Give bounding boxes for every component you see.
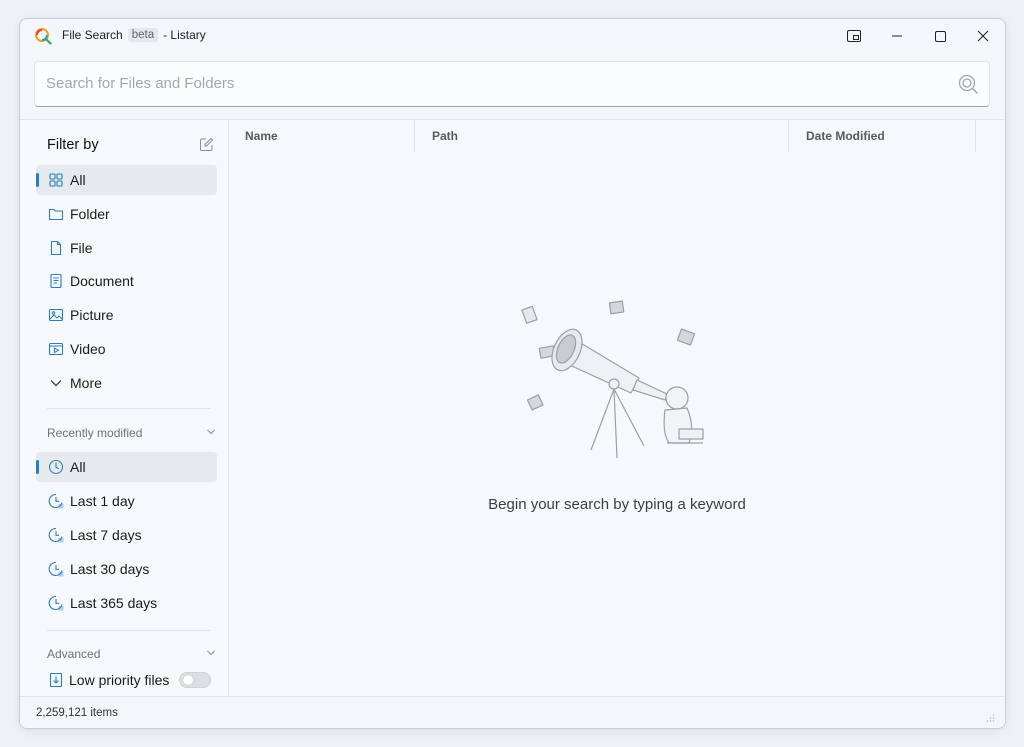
telescope-illustration [521,300,704,459]
recent-last-30-days[interactable]: Last 30 days [36,554,217,584]
clock-icon [48,493,64,509]
filter-label: Video [70,341,106,357]
filter-file[interactable]: File [36,233,217,263]
filter-sidebar: Filter by All Folder File Document Pictu… [20,120,229,696]
restore-icon [847,30,861,42]
download-file-icon [49,672,63,688]
sidebar-divider [47,630,210,631]
filter-video[interactable]: Video [36,334,217,364]
recent-label: Last 365 days [70,595,158,611]
chevron-down-icon[interactable] [206,648,216,658]
content-area: Filter by All Folder File Document Pictu… [20,119,1005,696]
recent-label: All [70,459,86,475]
beta-badge: beta [127,28,159,42]
clock-icon [48,561,64,577]
picture-icon [48,308,64,322]
chevron-down-icon[interactable] [206,427,216,437]
title-bar[interactable]: File Search beta - Listary [20,19,1005,53]
search-icon[interactable] [957,73,979,95]
filter-label: Document [70,273,134,289]
recent-last-365-days[interactable]: Last 365 days [36,588,217,618]
filter-document[interactable]: Document [36,266,217,296]
sidebar-divider [47,408,210,409]
recently-modified-heading: Recently modified [47,426,143,440]
recent-last-7-days[interactable]: Last 7 days [36,520,217,550]
advanced-heading: Advanced [47,647,101,661]
filter-picture[interactable]: Picture [36,300,217,330]
window-app-name: - Listary [163,28,206,42]
minimize-button[interactable] [875,19,919,53]
grid-icon [49,173,63,187]
recent-all[interactable]: All [36,452,217,482]
filter-label: Folder [70,206,110,222]
recent-label: Last 1 day [70,493,135,509]
file-search-window: File Search beta - Listary Search for Fi… [19,18,1006,729]
column-separator[interactable] [788,120,789,152]
filter-all[interactable]: All [36,165,217,195]
recent-last-1-day[interactable]: Last 1 day [36,486,217,516]
filter-folder[interactable]: Folder [36,199,217,229]
item-count: 2,259,121 items [36,707,118,719]
compact-view-button[interactable] [832,19,876,53]
maximize-icon [934,30,946,42]
folder-icon [48,208,64,221]
low-priority-toggle[interactable] [179,672,211,688]
status-bar: 2,259,121 items [20,696,1005,728]
empty-state-message: Begin your search by typing a keyword [488,496,746,513]
filter-label: All [70,172,86,188]
filter-label: File [70,240,93,256]
column-separator[interactable] [414,120,415,152]
window-title-text: File Search [62,28,123,42]
column-header-path[interactable]: Path [432,120,458,152]
column-separator[interactable] [975,120,976,152]
low-priority-label: Low priority files [69,672,170,688]
maximize-button[interactable] [918,19,962,53]
close-icon [977,30,989,42]
filter-label: Picture [70,307,114,323]
recent-label: Last 30 days [70,561,150,577]
listary-logo-icon [35,28,52,45]
resize-grip-icon[interactable] [985,713,995,723]
clock-icon [48,527,64,543]
document-icon [50,273,62,289]
window-title: File Search beta - Listary [62,28,206,42]
video-icon [48,342,64,356]
recent-label: Last 7 days [70,527,142,543]
clock-icon [48,595,64,611]
search-box[interactable] [34,61,990,107]
low-priority-files-option: Low priority files [36,665,169,695]
close-button[interactable] [961,19,1005,53]
filter-more[interactable]: More [36,368,217,398]
file-icon [50,240,62,256]
filter-label: More [70,375,102,391]
minimize-icon [892,35,902,37]
edit-icon[interactable] [199,137,214,152]
clock-icon [48,459,64,475]
chevron-down-icon [50,380,62,387]
search-input[interactable] [35,62,946,104]
filter-heading: Filter by [47,137,99,153]
column-header-name[interactable]: Name [245,120,278,152]
column-header-date-modified[interactable]: Date Modified [806,120,885,152]
results-pane: Name Path Date Modified Begin your searc… [229,120,1005,696]
